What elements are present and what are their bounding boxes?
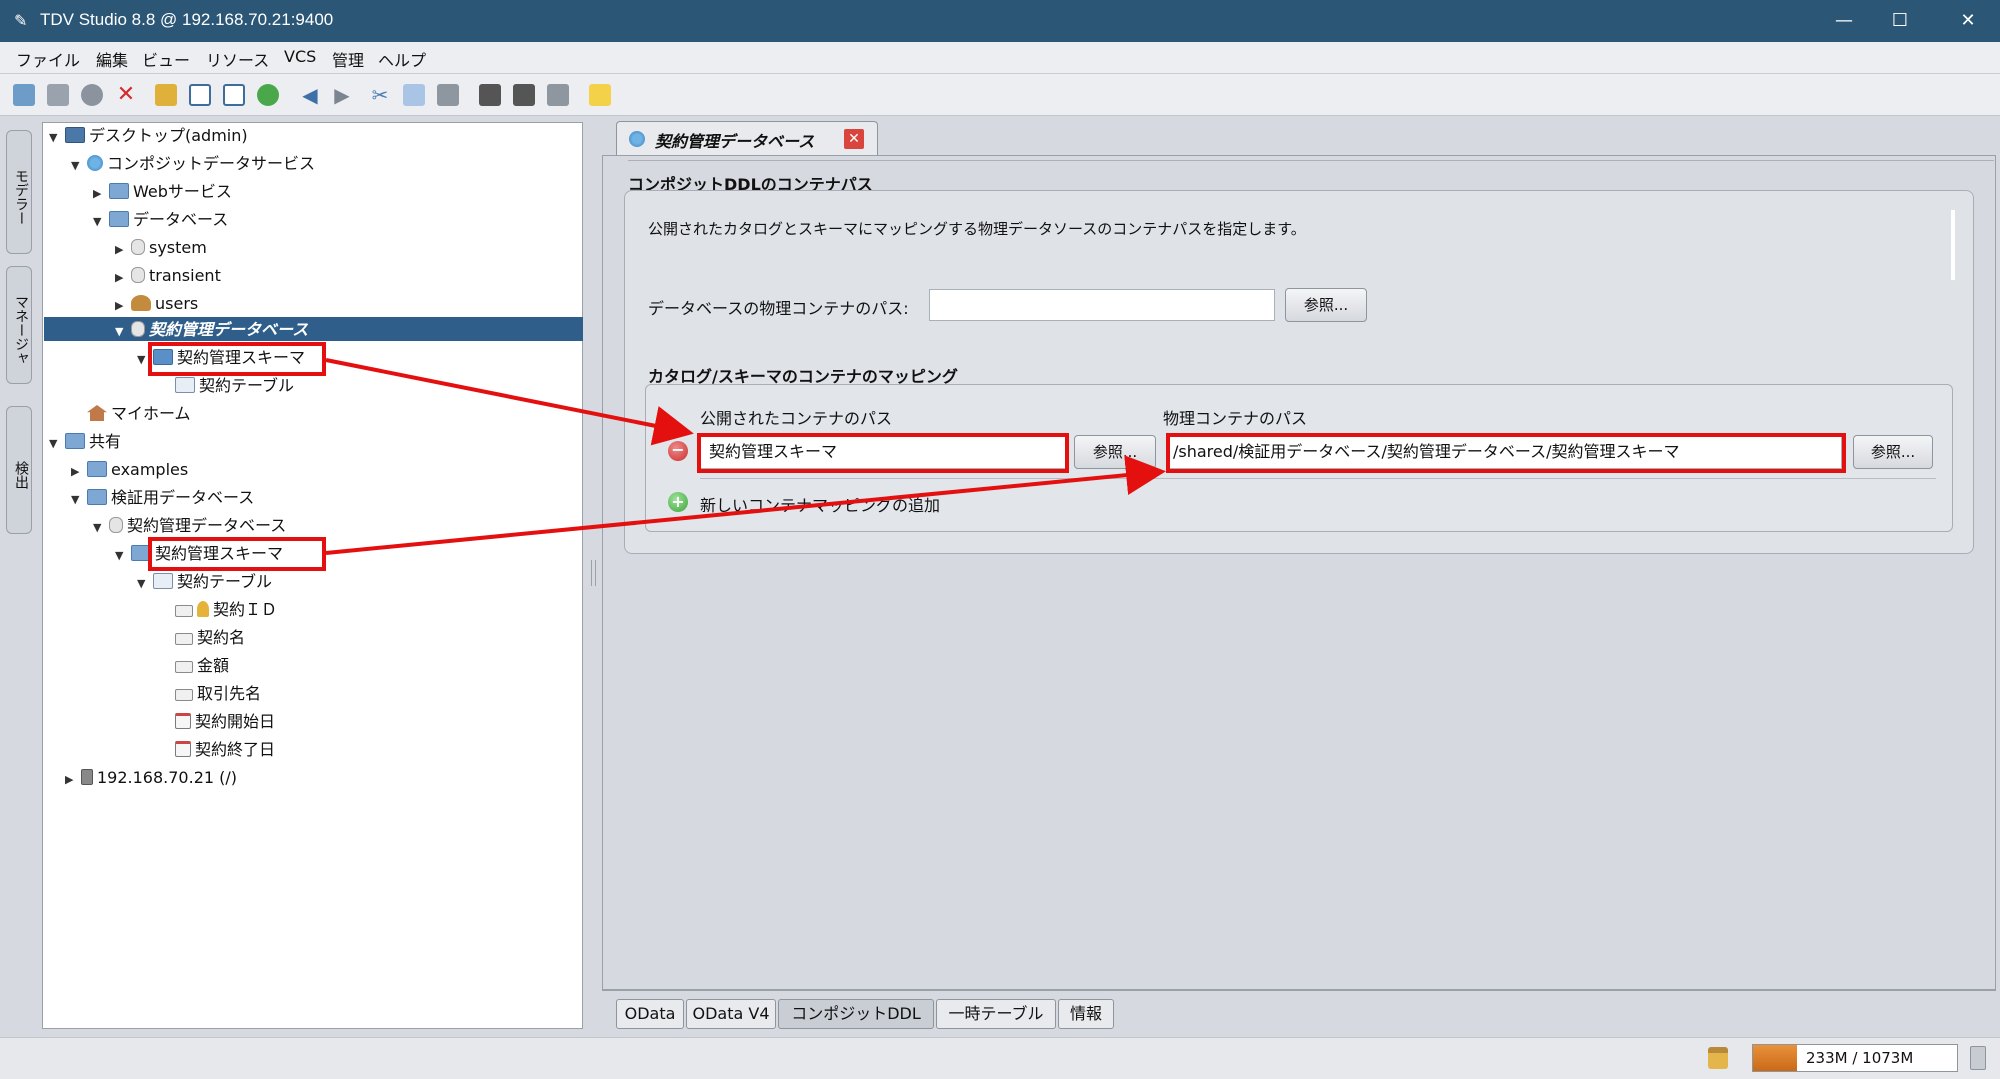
memory-text: 233M / 1073M — [1806, 1049, 1914, 1067]
lock-icon — [1708, 1047, 1728, 1069]
tab-info[interactable]: 情報 — [1058, 999, 1114, 1029]
arrow-to-physical — [325, 455, 1166, 555]
arrow-to-published — [325, 358, 694, 446]
status-bar — [0, 1037, 2000, 1079]
bottom-tabs-divider — [602, 990, 1996, 991]
tab-odata[interactable]: OData — [616, 999, 684, 1029]
tab-temp-table[interactable]: 一時テーブル — [936, 999, 1056, 1029]
tab-odata-v4[interactable]: OData V4 — [686, 999, 776, 1029]
annotation-arrows — [325, 358, 1166, 555]
tab-composite-ddl[interactable]: コンポジットDDL — [778, 999, 934, 1029]
memory-fill — [1753, 1045, 1797, 1071]
garbage-collect-icon[interactable] — [1970, 1046, 1986, 1070]
